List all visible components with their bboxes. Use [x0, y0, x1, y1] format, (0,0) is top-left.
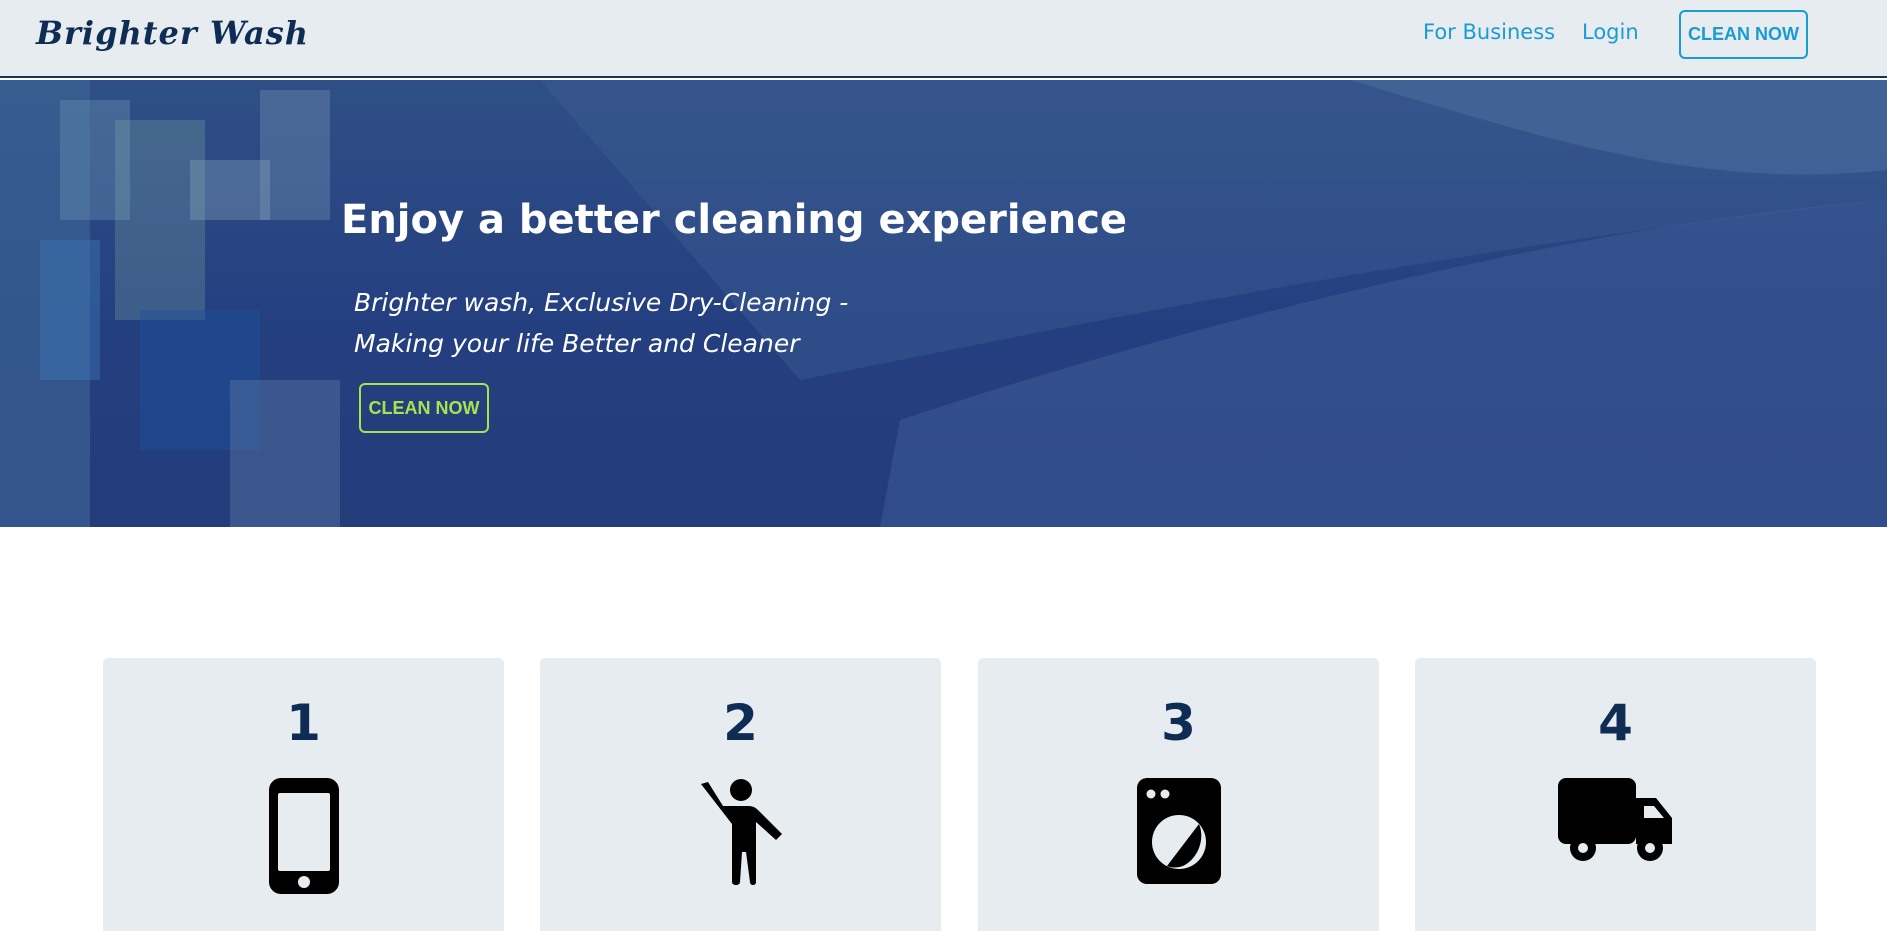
brand-logo[interactable]: Brighter Wash: [36, 14, 309, 52]
hero-banner: Enjoy a better cleaning experience Brigh…: [0, 80, 1887, 527]
step-icon-wrapper: [1415, 778, 1816, 864]
delivery-truck-icon: [1557, 778, 1672, 861]
step-card-4: 4: [1415, 658, 1816, 931]
nav-link-login[interactable]: Login: [1582, 20, 1639, 44]
step-number: 4: [1598, 694, 1633, 752]
washing-machine-icon: [1136, 778, 1221, 884]
step-icon-wrapper: [103, 778, 504, 894]
hero-clean-now-button[interactable]: CLEAN NOW: [359, 383, 489, 433]
nav-clean-now-button[interactable]: CLEAN NOW: [1679, 10, 1808, 59]
step-card-3: 3: [978, 658, 1379, 931]
hero-subtitle-line-1: Brighter wash, Exclusive Dry-Cleaning -: [354, 288, 849, 317]
hero-laundry-background: [0, 80, 1887, 527]
hero-subtitle: Brighter wash, Exclusive Dry-Cleaning - …: [354, 282, 874, 364]
step-number: 2: [723, 694, 758, 752]
step-number: 3: [1161, 694, 1196, 752]
person-waving-icon: [700, 779, 782, 885]
step-number: 1: [286, 694, 321, 752]
top-navbar: Brighter Wash For Business Login CLEAN N…: [0, 0, 1887, 78]
step-card-2: 2: [540, 658, 941, 931]
step-icon-wrapper: [540, 778, 941, 886]
step-icon-wrapper: [978, 778, 1379, 884]
smartphone-icon: [268, 778, 339, 894]
step-card-1: 1: [103, 658, 504, 931]
hero-title: Enjoy a better cleaning experience: [341, 197, 1128, 243]
nav-link-for-business[interactable]: For Business: [1423, 20, 1555, 44]
hero-subtitle-line-2: Making your life Better and Cleaner: [354, 329, 800, 358]
